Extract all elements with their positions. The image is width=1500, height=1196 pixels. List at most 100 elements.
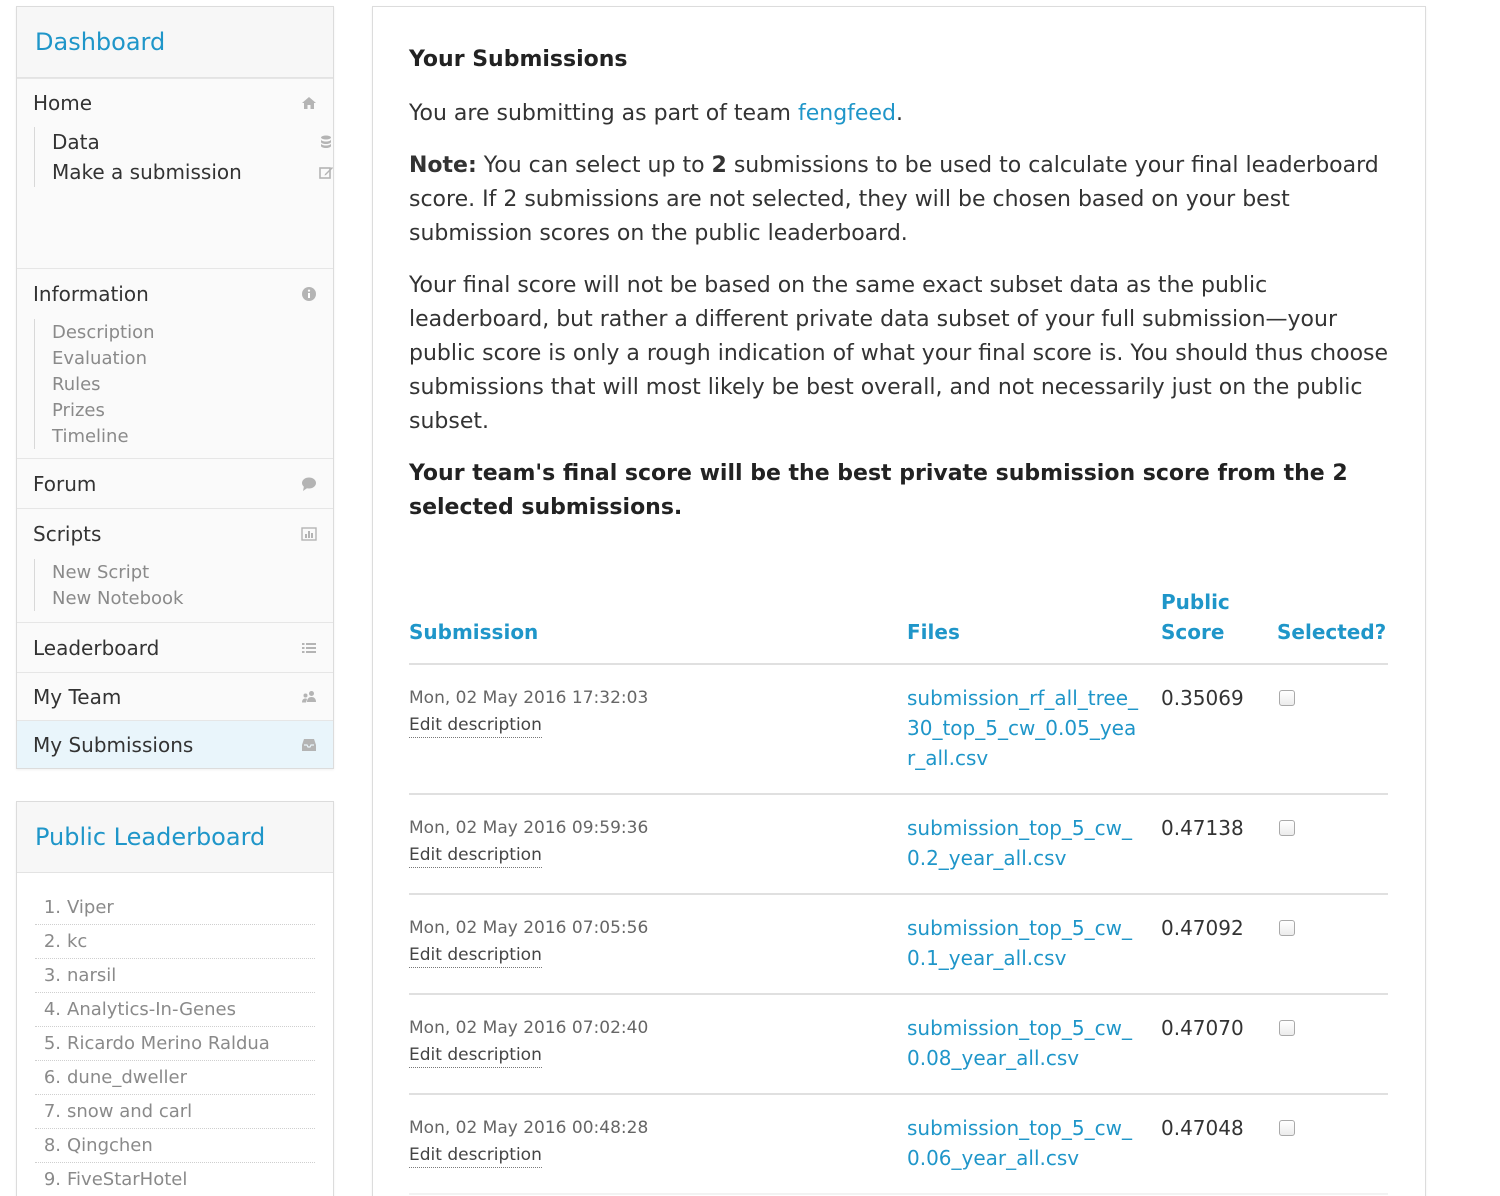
- leaderboard-entry[interactable]: 6. dune_dweller: [35, 1061, 315, 1095]
- leaderboard-team-name[interactable]: Analytics-In-Genes: [67, 999, 236, 1020]
- leaderboard-entry[interactable]: 9. FiveStarHotel: [35, 1163, 315, 1196]
- main-panel: Your Submissions You are submitting as p…: [372, 6, 1426, 1196]
- page-title: Your Submissions: [409, 47, 628, 72]
- leaderboard-rank: 5.: [43, 1033, 61, 1054]
- selected-cell: [1277, 1094, 1388, 1195]
- select-submission-checkbox[interactable]: [1279, 1120, 1295, 1136]
- sidebar-item-label: Make a submission: [52, 160, 242, 184]
- leaderboard-entry[interactable]: 1. Viper: [35, 891, 315, 925]
- nav-section-my-team: My Team: [17, 672, 333, 720]
- sidebar-item-label: My Team: [33, 685, 122, 709]
- leaderboard-team-name[interactable]: Viper: [67, 897, 114, 918]
- leaderboard-team-name[interactable]: FiveStarHotel: [67, 1169, 187, 1190]
- nav-section-information: Information Description Evaluation Rules…: [17, 268, 333, 458]
- submission-file-link[interactable]: submission_top_5_cw_0.1_year_all.csv: [907, 913, 1142, 973]
- select-submission-checkbox[interactable]: [1279, 1020, 1295, 1036]
- edit-icon: [318, 164, 334, 180]
- leaderboard-team-name[interactable]: narsil: [67, 965, 116, 986]
- leaderboard-entry[interactable]: 7. snow and carl: [35, 1095, 315, 1129]
- leaderboard-entry[interactable]: 3. narsil: [35, 959, 315, 993]
- sidebar-item-new-script[interactable]: New Script: [52, 559, 333, 585]
- inbox-icon: [301, 737, 317, 753]
- edit-description-link[interactable]: Edit description: [409, 1143, 542, 1168]
- public-score: 0.47048: [1161, 1116, 1244, 1140]
- select-submission-checkbox[interactable]: [1279, 920, 1295, 936]
- leaderboard-team-name[interactable]: kc: [67, 931, 87, 952]
- final-score-paragraph: Your final score will not be based on th…: [409, 273, 1389, 434]
- table-row: Mon, 02 May 2016 00:48:28 Edit descriptio…: [409, 1094, 1388, 1195]
- leaderboard-team-name[interactable]: snow and carl: [67, 1101, 192, 1122]
- sidebar-item-data[interactable]: Data: [52, 127, 333, 157]
- sidebar-item-information[interactable]: Information: [17, 269, 333, 319]
- selected-cell: [1277, 794, 1388, 895]
- team-suffix: .: [895, 101, 903, 126]
- database-icon: [318, 134, 334, 150]
- sidebar-item-forum[interactable]: Forum: [17, 459, 333, 509]
- home-icon: [301, 95, 317, 111]
- sidebar-item-evaluation[interactable]: Evaluation: [52, 345, 333, 371]
- sidebar-item-new-notebook[interactable]: New Notebook: [52, 585, 333, 611]
- chart-icon: [301, 526, 317, 542]
- sidebar-item-prizes[interactable]: Prizes: [52, 397, 333, 423]
- select-submission-checkbox[interactable]: [1279, 820, 1295, 836]
- sidebar-item-scripts[interactable]: Scripts: [17, 509, 333, 559]
- sidebar-item-make-submission[interactable]: Make a submission: [52, 157, 333, 187]
- public-leaderboard-title[interactable]: Public Leaderboard: [35, 823, 265, 851]
- header-submission[interactable]: Submission: [409, 587, 907, 665]
- leaderboard-entry[interactable]: 8. Qingchen: [35, 1129, 315, 1163]
- public-leaderboard-panel: Public Leaderboard 1. Viper 2. kc 3. narsil 4.…: [16, 801, 334, 1196]
- selected-cell: [1277, 894, 1388, 995]
- dashboard-title[interactable]: Dashboard: [35, 28, 165, 56]
- table-row: Mon, 02 May 2016 09:59:36 Edit descriptio…: [409, 794, 1388, 895]
- leaderboard-entry[interactable]: 2. kc: [35, 925, 315, 959]
- sidebar-item-label: Forum: [33, 472, 97, 496]
- header-selected[interactable]: Selected?: [1277, 587, 1388, 665]
- public-score: 0.47070: [1161, 1016, 1244, 1040]
- edit-description-link[interactable]: Edit description: [409, 713, 542, 738]
- scripts-sub-list: New Script New Notebook: [34, 559, 333, 611]
- leaderboard-entry[interactable]: 5. Ricardo Merino Raldua: [35, 1027, 315, 1061]
- leaderboard-team-name[interactable]: Qingchen: [67, 1135, 153, 1156]
- sidebar-item-my-submissions[interactable]: My Submissions: [17, 721, 333, 769]
- note-label: Note:: [409, 153, 477, 178]
- leaderboard-rank: 6.: [43, 1067, 61, 1088]
- sidebar-item-timeline[interactable]: Timeline: [52, 423, 333, 449]
- team-link[interactable]: fengfeed: [798, 101, 896, 126]
- leaderboard-entry[interactable]: 4. Analytics-In-Genes: [35, 993, 315, 1027]
- edit-description-link[interactable]: Edit description: [409, 943, 542, 968]
- leaderboard-team-name[interactable]: dune_dweller: [67, 1067, 187, 1088]
- team-prefix: You are submitting as part of team: [409, 101, 798, 126]
- select-submission-checkbox[interactable]: [1279, 690, 1295, 706]
- comment-icon: [301, 476, 317, 492]
- sidebar-item-home[interactable]: Home: [17, 79, 333, 127]
- team-statement: You are submitting as part of team fengf…: [409, 97, 903, 131]
- sidebar-item-description[interactable]: Description: [52, 319, 333, 345]
- submission-file-link[interactable]: submission_top_5_cw_0.2_year_all.csv: [907, 813, 1142, 873]
- leaderboard-rank: 2.: [43, 931, 61, 952]
- score-cell: 0.47048: [1161, 1094, 1277, 1195]
- leaderboard-rank: 1.: [43, 897, 61, 918]
- submissions-table: Submission Files Public Score Selected? M…: [409, 587, 1388, 1195]
- submission-file-link[interactable]: submission_rf_all_tree_30_top_5_cw_0.05_…: [907, 683, 1142, 773]
- table-header-row: Submission Files Public Score Selected?: [409, 587, 1388, 665]
- sidebar-item-label: Leaderboard: [33, 636, 160, 660]
- nav-section-leaderboard: Leaderboard: [17, 622, 333, 672]
- edit-description-link[interactable]: Edit description: [409, 843, 542, 868]
- sidebar-item-my-team[interactable]: My Team: [17, 673, 333, 721]
- header-public-score[interactable]: Public Score: [1161, 587, 1277, 665]
- sidebar-item-rules[interactable]: Rules: [52, 371, 333, 397]
- note-pre: You can select up to: [476, 153, 712, 178]
- submissions-body: Mon, 02 May 2016 17:32:03 Edit descriptio…: [409, 664, 1388, 1195]
- nav-section-home: Home Data Make a submission: [17, 78, 333, 268]
- leaderboard-team-name[interactable]: Ricardo Merino Raldua: [67, 1033, 270, 1054]
- submission-file-link[interactable]: submission_top_5_cw_0.06_year_all.csv: [907, 1113, 1142, 1173]
- edit-description-link[interactable]: Edit description: [409, 1043, 542, 1068]
- submission-file-link[interactable]: submission_top_5_cw_0.08_year_all.csv: [907, 1013, 1142, 1073]
- header-files[interactable]: Files: [907, 587, 1161, 665]
- note-paragraph: Note: You can select up to 2 submissions…: [409, 149, 1399, 251]
- team-icon: [301, 689, 317, 705]
- selected-cell: [1277, 664, 1388, 795]
- information-sub-list: Description Evaluation Rules Prizes Time…: [34, 319, 333, 449]
- leaderboard-rank: 3.: [43, 965, 61, 986]
- sidebar-item-leaderboard[interactable]: Leaderboard: [17, 623, 333, 673]
